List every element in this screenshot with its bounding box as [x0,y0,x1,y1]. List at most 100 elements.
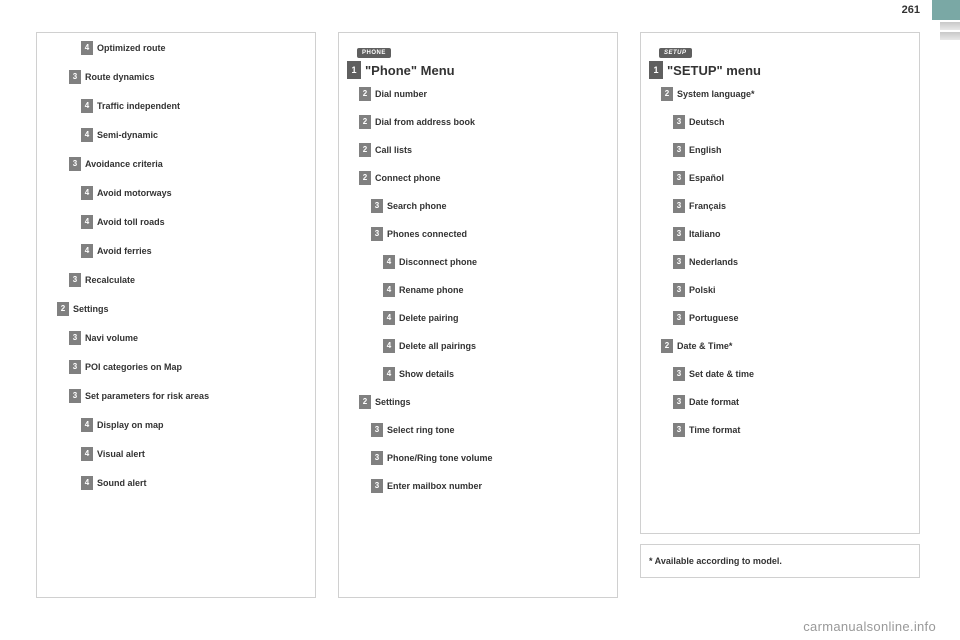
menu-level-badge: 3 [371,423,383,437]
menu-item: 2 System language* [661,87,911,101]
menu-item-label: Deutsch [689,118,725,127]
menu-item: 3Time format [673,423,911,437]
menu-item-label: Optimized route [97,44,166,53]
menu-item-label: Français [689,202,726,211]
menu-level-badge: 4 [383,283,395,297]
menu-level-badge: 3 [673,283,685,297]
menu-item-label: Nederlands [689,258,738,267]
menu-level-badge: 3 [673,255,685,269]
menu-item-label: POI categories on Map [85,363,182,372]
menu-item: 2Settings [57,302,307,316]
menu-item-label: Select ring tone [387,426,455,435]
menu-level-badge: 3 [673,395,685,409]
menu-item: 3 Avoidance criteria [69,157,307,171]
menu-level-badge: 3 [673,143,685,157]
menu-level-badge: 4 [81,186,93,200]
menu-item-label: Show details [399,370,454,379]
menu-level-badge: 3 [673,423,685,437]
menu-item-label: Phone/Ring tone volume [387,454,493,463]
setup-items: 2System language*3Deutsch3English3Españo… [649,87,911,437]
menu-item-label: Connect phone [375,174,441,183]
menu-level-badge: 3 [673,311,685,325]
panel-setup: SETUP 1 "SETUP" menu 2System language*3D… [640,32,920,534]
menu-item: 4 Show details [383,367,609,381]
menu-item: 4 Avoid motorways [81,186,307,200]
corner-accent [932,0,960,20]
menu-level-badge: 3 [673,227,685,241]
menu-item-label: Avoidance criteria [85,160,163,169]
menu-item-label: Visual alert [97,450,145,459]
menu-item: 2 Settings [359,395,609,409]
menu-item: 3Français [673,199,911,213]
menu-level-badge: 4 [81,215,93,229]
setup-title-row: 1 "SETUP" menu [649,61,911,79]
menu-item-label: Avoid toll roads [97,218,165,227]
menu-item: 3Deutsch [673,115,911,129]
panel-phone: PHONE 1 "Phone" Menu 2Dial number2Dial f… [338,32,618,598]
menu-item-label: Delete pairing [399,314,459,323]
menu-level-badge: 3 [69,360,81,374]
menu-item: 4 Display on map [81,418,307,432]
menu-level-badge: 2 [661,87,673,101]
menu-item-label: Avoid motorways [97,189,172,198]
menu-level-badge: 2 [359,395,371,409]
setup-menu-title: "SETUP" menu [667,63,761,78]
menu-level-badge: 3 [673,171,685,185]
menu-item: 3Enter mailbox number [371,479,609,493]
menu-item-label: Set parameters for risk areas [85,392,209,401]
menu-item: 4 Avoid toll roads [81,215,307,229]
menu-item: 4Semi-dynamic [81,128,307,142]
phone-chip: PHONE [357,48,391,58]
menu-item-label: Italiano [689,230,721,239]
menu-item-label: Date & Time* [677,342,732,351]
menu-item: 4Rename phone [383,283,609,297]
menu-item: 3 POI categories on Map [69,360,307,374]
menu-level-badge: 3 [371,199,383,213]
menu-item: 2Dial from address book [359,115,609,129]
menu-item-label: Navi volume [85,334,138,343]
menu-item-label: Settings [375,398,411,407]
menu-item: 4 Sound alert [81,476,307,490]
setup-chip-wrap: SETUP [649,41,911,59]
menu-level-badge: 3 [673,367,685,381]
setup-chip: SETUP [659,48,692,58]
footnote-text: * Available according to model. [649,556,782,566]
menu-item-label: Display on map [97,421,164,430]
menu-level-badge: 3 [69,157,81,171]
menu-item-label: System language* [677,90,755,99]
menu-level-badge: 4 [81,418,93,432]
menu-item: 4Optimized route [81,41,307,55]
menu-item-label: Dial from address book [375,118,475,127]
menu-item: 3 Nederlands [673,255,911,269]
phone-items: 2Dial number2Dial from address book2Call… [347,87,609,493]
menu-level-badge: 4 [81,128,93,142]
phone-title-row: 1 "Phone" Menu [347,61,609,79]
menu-item-label: Phones connected [387,230,467,239]
menu-item-label: Disconnect phone [399,258,477,267]
menu-item: 2Dial number [359,87,609,101]
menu-item: 2Call lists [359,143,609,157]
menu-level-badge: 4 [81,447,93,461]
menu-item: 3 Español [673,171,911,185]
menu-item-label: Español [689,174,724,183]
menu-item: 3Route dynamics [69,70,307,84]
footer-url: carmanualsonline.info [803,619,936,634]
menu-level-badge: 3 [69,70,81,84]
menu-item: 4Delete all pairings [383,339,609,353]
menu-item-label: Enter mailbox number [387,482,482,491]
menu-item-label: Set date & time [689,370,754,379]
menu-item-label: Sound alert [97,479,147,488]
menu-item: 3Portuguese [673,311,911,325]
menu-item-label: Settings [73,305,109,314]
menu-item: 3 Polski [673,283,911,297]
menu-level-badge: 2 [359,171,371,185]
menu-item: 4Delete pairing [383,311,609,325]
menu-item: 3 Set date & time [673,367,911,381]
menu-level-badge: 4 [383,367,395,381]
columns-wrap: 4Optimized route3Route dynamics4Traffic … [36,32,920,598]
menu-level-1: 1 [347,61,361,79]
phone-chip-wrap: PHONE [347,41,609,59]
menu-item-label: Polski [689,286,716,295]
panel-navigation: 4Optimized route3Route dynamics4Traffic … [36,32,316,598]
menu-level-badge: 4 [81,476,93,490]
